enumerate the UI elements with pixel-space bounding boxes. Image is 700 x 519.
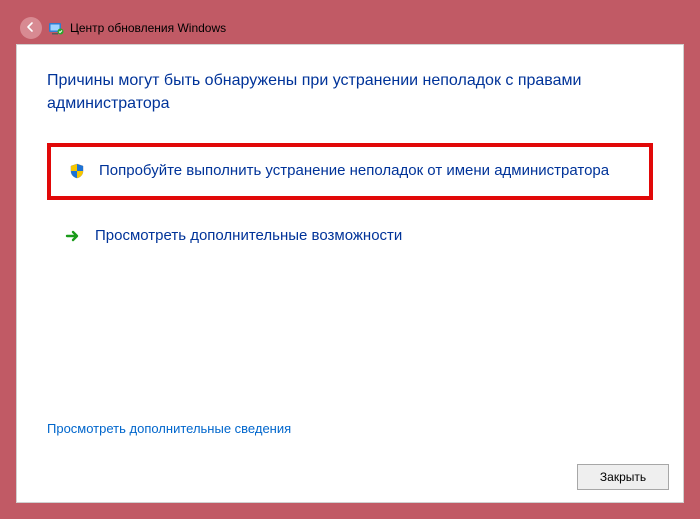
option-view-more[interactable]: Просмотреть дополнительные возможности [49,214,653,258]
window-frame: Центр обновления Windows Причины могут б… [0,0,700,519]
green-arrow-icon [63,226,83,244]
page-heading: Причины могут быть обнаружены при устран… [47,69,653,115]
back-button[interactable] [20,17,42,39]
highlighted-option: Попробуйте выполнить устранение неполадо… [47,143,653,199]
option-run-as-admin-label: Попробуйте выполнить устранение неполадо… [99,161,609,181]
uac-shield-icon [67,161,87,179]
view-details-link[interactable]: Просмотреть дополнительные сведения [47,421,291,436]
option-view-more-label: Просмотреть дополнительные возможности [95,226,402,246]
content-area: Причины могут быть обнаружены при устран… [17,45,683,258]
titlebar: Центр обновления Windows [16,16,684,40]
client-area: Причины могут быть обнаружены при устран… [16,44,684,503]
window-title: Центр обновления Windows [70,21,226,35]
back-arrow-icon [25,21,37,35]
option-run-as-admin[interactable]: Попробуйте выполнить устранение неполадо… [53,149,647,193]
close-button[interactable]: Закрыть [577,464,669,490]
troubleshoot-icon [48,20,64,36]
button-row: Закрыть [577,464,669,490]
details-link-row: Просмотреть дополнительные сведения [47,420,291,438]
